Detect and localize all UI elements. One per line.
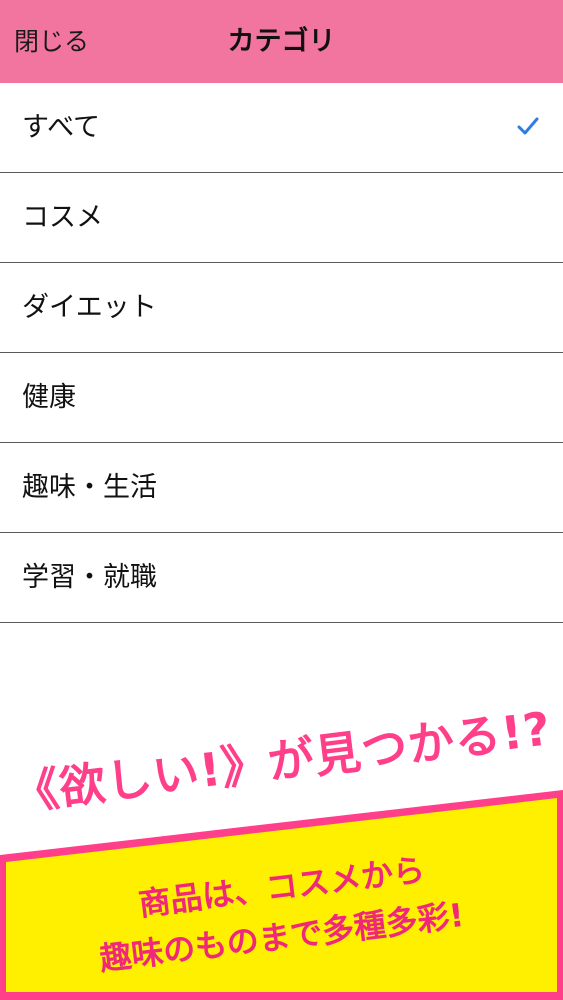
category-item-hobby-life[interactable]: 趣味・生活 <box>0 443 563 533</box>
category-label: すべて <box>22 112 101 143</box>
category-label: ダイエット <box>22 292 157 323</box>
category-label: 健康 <box>22 382 76 413</box>
category-label: コスメ <box>22 202 103 233</box>
promo-banner: 《欲しい!》が見つかる!? 商品は、コスメから 趣味のものまで多種多彩! <box>0 630 563 1000</box>
checkmark-icon <box>517 117 539 135</box>
category-label: 学習・就職 <box>22 562 157 593</box>
category-item-health[interactable]: 健康 <box>0 353 563 443</box>
category-item-study-job[interactable]: 学習・就職 <box>0 533 563 623</box>
page-title: カテゴリ <box>227 26 336 57</box>
header-bar: 閉じる カテゴリ <box>0 0 563 83</box>
category-item-cosme[interactable]: コスメ <box>0 173 563 263</box>
category-item-diet[interactable]: ダイエット <box>0 263 563 353</box>
category-list: すべて コスメ ダイエット 健康 趣味・生活 学習・就職 <box>0 83 563 623</box>
category-item-all[interactable]: すべて <box>0 83 563 173</box>
category-label: 趣味・生活 <box>22 472 157 503</box>
